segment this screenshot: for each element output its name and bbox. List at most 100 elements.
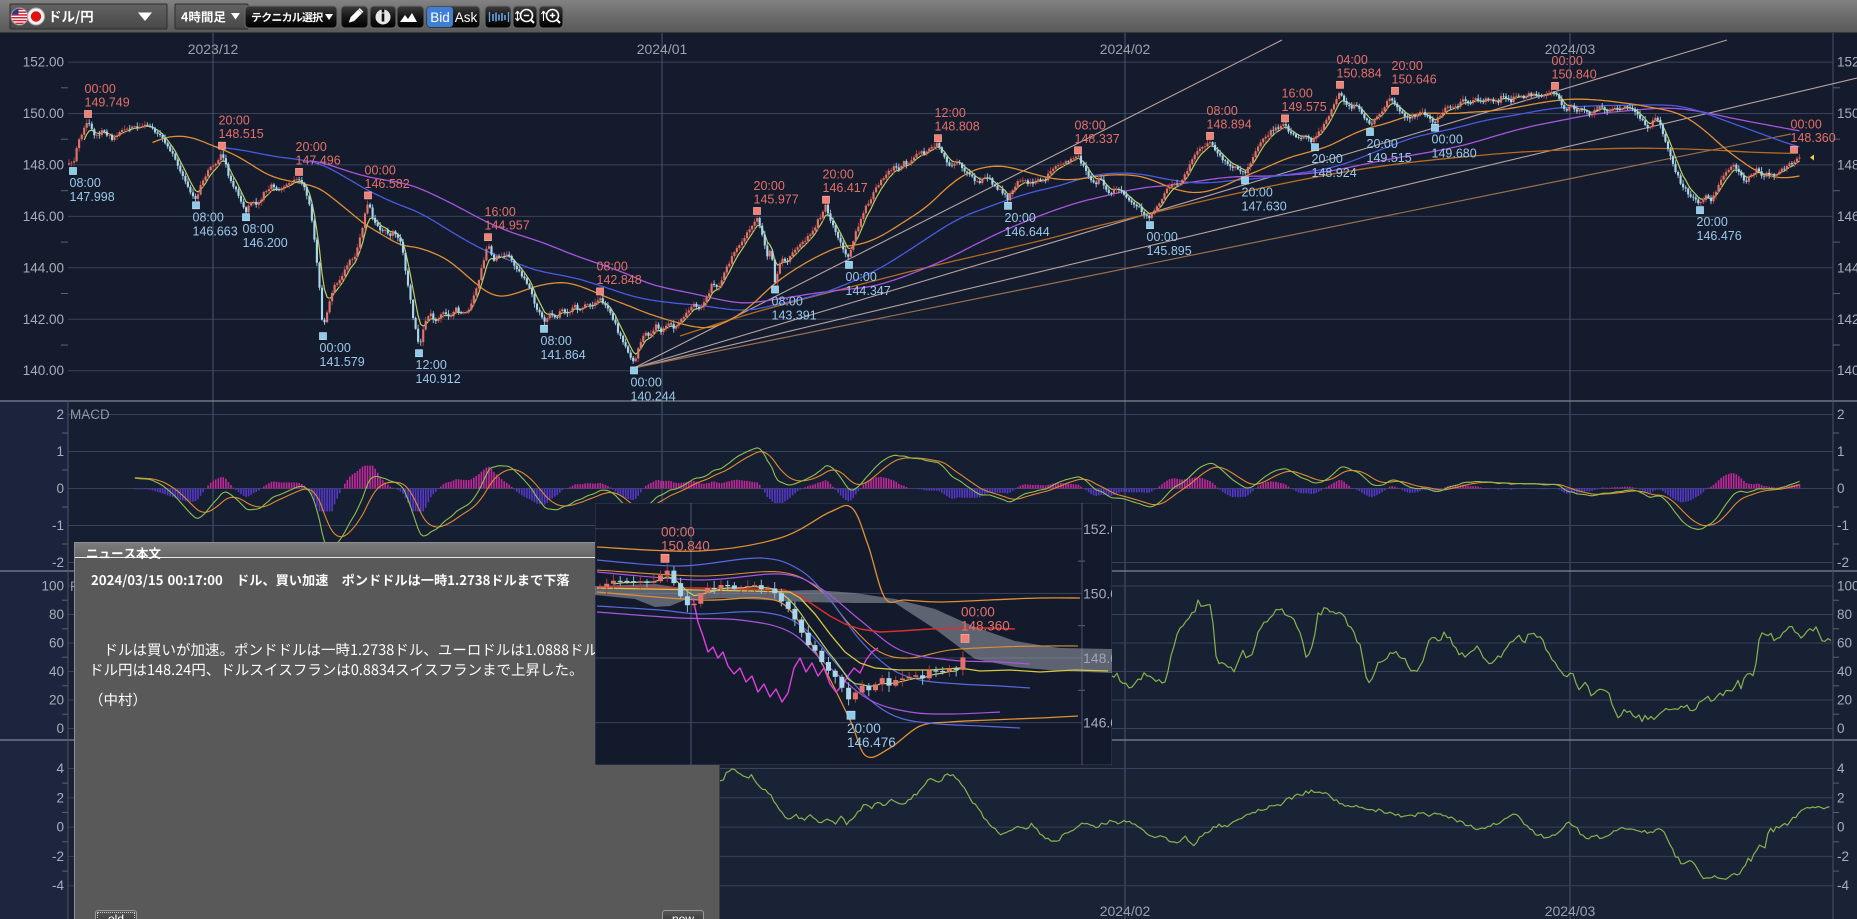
svg-text:00:00: 00:00 xyxy=(1552,54,1583,68)
svg-text:100: 100 xyxy=(41,579,64,594)
svg-text:-1: -1 xyxy=(1837,518,1849,533)
svg-text:148.00: 148.00 xyxy=(23,157,64,172)
svg-text:146.0: 146.0 xyxy=(1083,715,1112,731)
svg-text:147.496: 147.496 xyxy=(296,153,341,167)
svg-text:1: 1 xyxy=(1837,444,1845,459)
svg-text:145.895: 145.895 xyxy=(1147,244,1192,258)
svg-text:80: 80 xyxy=(1837,607,1852,622)
svg-text:20:00: 20:00 xyxy=(847,721,881,736)
svg-text:20:00: 20:00 xyxy=(1392,59,1423,73)
svg-text:0: 0 xyxy=(1837,820,1845,835)
svg-text:2: 2 xyxy=(56,407,64,422)
svg-text:147.998: 147.998 xyxy=(70,190,115,204)
svg-text:0: 0 xyxy=(56,721,64,736)
svg-text:148: 148 xyxy=(1837,157,1857,172)
svg-text:140: 140 xyxy=(1837,363,1857,378)
svg-text:142.848: 142.848 xyxy=(597,273,642,287)
svg-text:20:00: 20:00 xyxy=(219,114,250,128)
svg-text:2024/03: 2024/03 xyxy=(1545,903,1596,919)
svg-text:2023/12: 2023/12 xyxy=(188,41,239,57)
svg-text:149.575: 149.575 xyxy=(1282,100,1327,114)
svg-text:146: 146 xyxy=(1837,209,1857,224)
svg-text:00:00: 00:00 xyxy=(1432,133,1463,147)
svg-text:20:00: 20:00 xyxy=(1312,152,1343,166)
svg-text:Ask: Ask xyxy=(455,10,478,25)
svg-text:149.515: 149.515 xyxy=(1367,151,1412,165)
svg-text:00:00: 00:00 xyxy=(661,524,695,539)
svg-text:00:00: 00:00 xyxy=(1791,118,1822,132)
svg-text:152.00: 152.00 xyxy=(23,55,64,70)
svg-text:140.00: 140.00 xyxy=(23,363,64,378)
svg-text:146.476: 146.476 xyxy=(1697,229,1742,243)
svg-text:100: 100 xyxy=(1837,579,1857,594)
svg-text:2024/02: 2024/02 xyxy=(1100,903,1151,919)
svg-text:4: 4 xyxy=(1837,761,1845,776)
svg-text:152.0: 152.0 xyxy=(1083,521,1112,537)
svg-text:16:00: 16:00 xyxy=(1282,86,1313,100)
svg-text:0: 0 xyxy=(56,820,64,835)
svg-text:150: 150 xyxy=(1837,106,1857,121)
svg-text:08:00: 08:00 xyxy=(1075,118,1106,132)
svg-text:143.391: 143.391 xyxy=(772,309,817,323)
svg-text:146.644: 146.644 xyxy=(1005,225,1050,239)
svg-text:145.977: 145.977 xyxy=(754,193,799,207)
svg-text:08:00: 08:00 xyxy=(1207,104,1238,118)
svg-text:-2: -2 xyxy=(52,555,64,570)
svg-text:144: 144 xyxy=(1837,260,1857,275)
svg-text:MACD: MACD xyxy=(70,407,110,422)
svg-text:141.864: 141.864 xyxy=(541,348,586,362)
svg-text:-4: -4 xyxy=(1837,878,1849,893)
svg-text:Bid: Bid xyxy=(430,10,450,25)
svg-text:20:00: 20:00 xyxy=(296,140,327,154)
svg-text:-1: -1 xyxy=(52,518,64,533)
svg-text:12:00: 12:00 xyxy=(935,106,966,120)
svg-text:60: 60 xyxy=(1837,636,1852,651)
svg-text:20:00: 20:00 xyxy=(823,168,854,182)
svg-text:04:00: 04:00 xyxy=(1337,53,1368,67)
svg-text:152: 152 xyxy=(1837,55,1857,70)
svg-text:20:00: 20:00 xyxy=(1242,186,1273,200)
svg-text:148.924: 148.924 xyxy=(1312,166,1357,180)
svg-text:0: 0 xyxy=(56,481,64,496)
svg-text:148.894: 148.894 xyxy=(1207,117,1252,131)
svg-text:144.347: 144.347 xyxy=(846,284,891,298)
svg-text:142: 142 xyxy=(1837,312,1857,327)
svg-text:2024/02: 2024/02 xyxy=(1100,41,1151,57)
svg-text:2: 2 xyxy=(1837,790,1845,805)
svg-text:40: 40 xyxy=(1837,664,1852,679)
svg-text:12:00: 12:00 xyxy=(416,358,447,372)
svg-text:00:00: 00:00 xyxy=(365,163,396,177)
svg-text:2024/01: 2024/01 xyxy=(637,41,688,57)
svg-text:80: 80 xyxy=(49,607,64,622)
svg-text:16:00: 16:00 xyxy=(485,205,516,219)
svg-text:147.630: 147.630 xyxy=(1242,200,1287,214)
svg-text:60: 60 xyxy=(49,636,64,651)
svg-text:20:00: 20:00 xyxy=(1005,211,1036,225)
svg-text:00:00: 00:00 xyxy=(320,341,351,355)
svg-text:2: 2 xyxy=(56,790,64,805)
svg-text:140.912: 140.912 xyxy=(416,372,461,386)
svg-text:00:00: 00:00 xyxy=(85,82,116,96)
svg-text:-2: -2 xyxy=(1837,555,1849,570)
svg-text:00:00: 00:00 xyxy=(631,375,662,389)
svg-text:00:00: 00:00 xyxy=(846,270,877,284)
svg-text:20:00: 20:00 xyxy=(1367,137,1398,151)
svg-text:20:00: 20:00 xyxy=(754,179,785,193)
svg-text:146.417: 146.417 xyxy=(823,181,868,195)
svg-text:141.579: 141.579 xyxy=(320,355,365,369)
svg-text:150.840: 150.840 xyxy=(1552,67,1597,81)
svg-text:149.749: 149.749 xyxy=(85,96,130,110)
svg-text:08:00: 08:00 xyxy=(541,334,572,348)
svg-text:-4: -4 xyxy=(52,878,64,893)
svg-text:146.582: 146.582 xyxy=(365,177,410,191)
svg-text:08:00: 08:00 xyxy=(193,210,224,224)
svg-text:148.360: 148.360 xyxy=(1791,131,1836,145)
svg-text:20: 20 xyxy=(1837,693,1852,708)
svg-text:150.884: 150.884 xyxy=(1337,66,1382,80)
svg-text:150.00: 150.00 xyxy=(23,106,64,121)
svg-text:146.476: 146.476 xyxy=(847,735,896,750)
svg-text:148.360: 148.360 xyxy=(961,618,1010,633)
svg-text:08:00: 08:00 xyxy=(772,295,803,309)
svg-text:0: 0 xyxy=(1837,721,1845,736)
svg-text:150.646: 150.646 xyxy=(1392,72,1437,86)
